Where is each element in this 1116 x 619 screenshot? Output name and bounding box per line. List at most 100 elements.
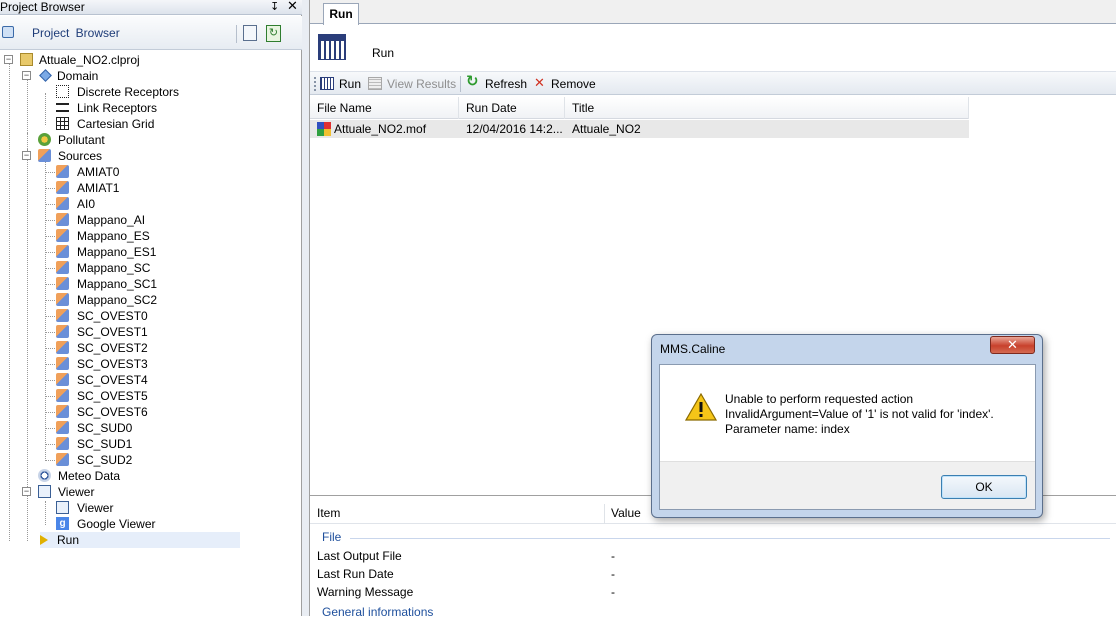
tree-node-sources[interactable]: − Sources [22, 148, 292, 164]
collapse-toggle[interactable]: − [22, 487, 31, 496]
tree-node-label: SC_OVEST6 [77, 405, 148, 419]
column-header-title[interactable]: Title [565, 97, 969, 119]
project-browser-icon [2, 26, 14, 38]
toolbar-grip[interactable] [314, 77, 316, 91]
tree-node-label: SC_OVEST2 [77, 341, 148, 355]
remove-button[interactable]: ✕ Remove [532, 75, 602, 93]
tree-node-source[interactable]: Mappano_SC1 [56, 276, 256, 292]
refresh-button[interactable]: ↻ Refresh [466, 74, 536, 93]
collapse-toggle[interactable]: − [22, 151, 31, 160]
tree-node-source[interactable]: SC_SUD0 [56, 420, 256, 436]
project-browser-toolbar: Project Browser ↻ [0, 16, 302, 50]
tree-node-source[interactable]: SC_OVEST3 [56, 356, 256, 372]
viewer-icon [56, 501, 69, 514]
tree-node-viewer-child[interactable]: Viewer [56, 500, 256, 516]
source-icon [56, 229, 69, 242]
tree-connector [46, 412, 55, 413]
tree-node-cartesian-grid[interactable]: Cartesian Grid [56, 116, 256, 132]
run-button[interactable]: Run [320, 75, 375, 93]
message-line: InvalidArgument=Value of '1' is not vali… [725, 407, 994, 421]
tree-node-source[interactable]: Mappano_ES1 [56, 244, 256, 260]
dialog-close-button[interactable]: ✕ [990, 336, 1035, 354]
tree-node-source[interactable]: Mappano_SC2 [56, 292, 256, 308]
tree-node-viewer[interactable]: − Viewer [22, 484, 292, 500]
dialog-message: Unable to perform requested action Inval… [725, 392, 994, 437]
tree-connector [46, 364, 55, 365]
tree-connector [9, 61, 10, 541]
source-icon [56, 453, 69, 466]
tree-node-source[interactable]: Mappano_SC [56, 260, 256, 276]
collapse-toggle[interactable]: − [22, 71, 31, 80]
tree-node-domain[interactable]: − Domain [22, 68, 292, 84]
collapse-toggle[interactable]: − [4, 55, 13, 64]
run-header-title: Run [372, 46, 395, 60]
tree-node-discrete-receptors[interactable]: Discrete Receptors [56, 84, 256, 100]
tree-node-label: Mappano_ES [77, 229, 150, 243]
panel-splitter[interactable] [302, 0, 310, 616]
property-row[interactable]: Last Run Date - [310, 565, 1116, 583]
tree-node-source[interactable]: SC_OVEST4 [56, 372, 256, 388]
tab-run[interactable]: Run [323, 3, 359, 25]
tree-node-label: Discrete Receptors [77, 85, 180, 99]
tree-node-project[interactable]: − Attuale_NO2.clproj [4, 52, 294, 68]
tree-node-source[interactable]: AMIAT0 [56, 164, 256, 180]
tree-connector [46, 268, 55, 269]
close-icon[interactable]: ✕ [287, 0, 298, 13]
dialog-body: Unable to perform requested action Inval… [659, 364, 1036, 510]
project-browser-label: Project Browser [32, 26, 120, 40]
tree-connector [46, 252, 55, 253]
link-receptors-icon [56, 103, 69, 112]
refresh-tree-icon[interactable]: ↻ [266, 25, 281, 42]
tree-node-label: Link Receptors [77, 101, 158, 115]
view-results-button[interactable]: View Results [368, 75, 468, 93]
properties-icon[interactable] [243, 25, 257, 41]
tree-node-source[interactable]: Mappano_AI [56, 212, 256, 228]
tree-node-label: SC_SUD0 [77, 421, 133, 435]
tree-connector [46, 348, 55, 349]
tree-node-source[interactable]: AMIAT1 [56, 180, 256, 196]
tree-node-label: Meteo Data [58, 469, 121, 483]
tree-node-source[interactable]: SC_OVEST5 [56, 388, 256, 404]
tree-node-pollutant[interactable]: Pollutant [38, 132, 258, 148]
pin-icon[interactable]: ↧ [270, 0, 279, 14]
table-row[interactable]: Attuale_NO2.mof 12/04/2016 14:2... Attua… [310, 120, 969, 138]
tree-node-label: SC_SUD2 [77, 453, 133, 467]
source-icon [56, 421, 69, 434]
tree-node-label: Mappano_ES1 [77, 245, 157, 259]
tree-node-label: SC_OVEST4 [77, 373, 148, 387]
project-browser-title: Project Browser [0, 0, 85, 14]
source-icon [56, 309, 69, 322]
tree-node-source[interactable]: SC_OVEST1 [56, 324, 256, 340]
tree-node-label: Mappano_SC [77, 261, 151, 275]
tree-node-meteo-data[interactable]: Meteo Data [38, 468, 258, 484]
tree-node-source[interactable]: SC_OVEST2 [56, 340, 256, 356]
ok-button[interactable]: OK [941, 475, 1027, 499]
remove-icon: ✕ [534, 75, 545, 90]
category-file[interactable]: File [322, 530, 341, 544]
tree-node-label: SC_SUD1 [77, 437, 133, 451]
source-icon [56, 181, 69, 194]
tree-node-run[interactable]: Run [40, 532, 240, 548]
tree-node-source[interactable]: SC_OVEST6 [56, 404, 256, 420]
project-browser-titlebar: Project Browser ↧ ✕ [0, 0, 302, 15]
tree-node-source[interactable]: Mappano_ES [56, 228, 256, 244]
message-line: Unable to perform requested action [725, 392, 914, 406]
source-icon [56, 325, 69, 338]
category-general-informations[interactable]: General informations [322, 605, 433, 619]
tree-node-google-viewer[interactable]: g Google Viewer [56, 516, 256, 532]
tree-node-source[interactable]: SC_SUD1 [56, 436, 256, 452]
column-header-file-name[interactable]: File Name [310, 97, 459, 119]
column-header-run-date[interactable]: Run Date [459, 97, 565, 119]
property-row[interactable]: Last Output File - [310, 547, 1116, 565]
tree-node-source[interactable]: SC_OVEST0 [56, 308, 256, 324]
tree-connector [46, 332, 55, 333]
toolbar-separator [460, 76, 461, 92]
tree-connector [46, 444, 55, 445]
tree-node-label: SC_OVEST1 [77, 325, 148, 339]
tree-node-link-receptors[interactable]: Link Receptors [56, 100, 256, 116]
tree-node-source[interactable]: AI0 [56, 196, 256, 212]
cell-title: Attuale_NO2 [572, 122, 641, 136]
tree-node-source[interactable]: SC_SUD2 [56, 452, 256, 468]
property-row[interactable]: Warning Message - [310, 583, 1116, 601]
column-header-item: Item [317, 506, 341, 520]
